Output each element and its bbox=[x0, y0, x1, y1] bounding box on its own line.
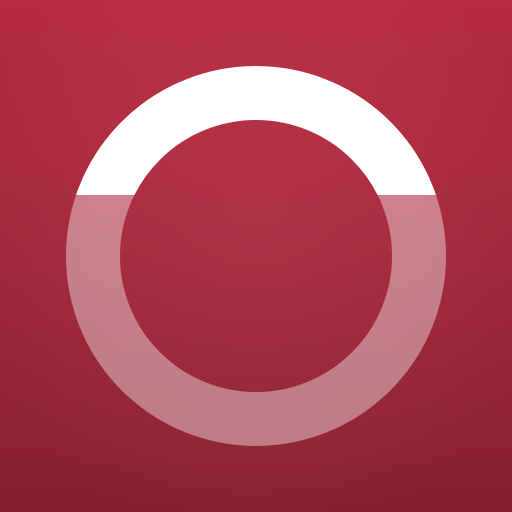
ring-logo-icon bbox=[0, 0, 512, 512]
app-icon bbox=[0, 0, 512, 512]
